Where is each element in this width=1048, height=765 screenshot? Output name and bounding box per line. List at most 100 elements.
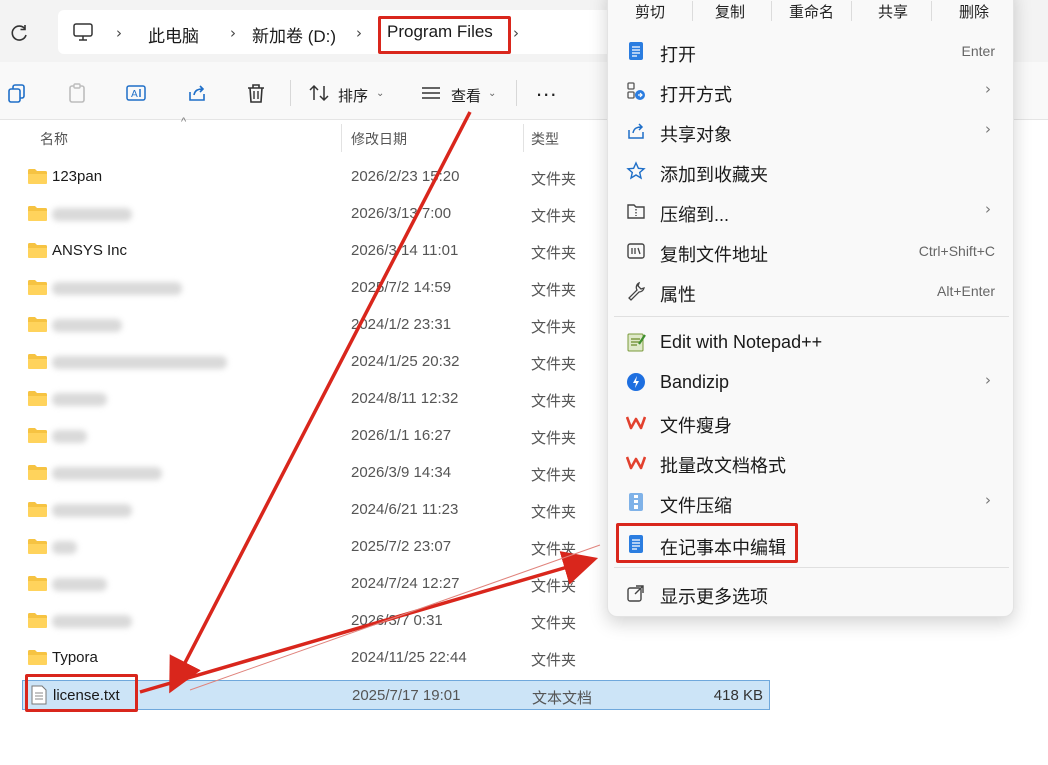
- toolbar-divider: [516, 80, 517, 106]
- redacted-file-name: [52, 319, 122, 332]
- redacted-file-name: [52, 430, 87, 443]
- chevron-down-icon[interactable]: ⌄: [376, 88, 384, 99]
- file-row[interactable]: 2025/7/2 23:07 文件夹: [22, 530, 622, 564]
- breadcrumb: › 此电脑 › 新加卷 (D:) › Program Files ›: [58, 10, 618, 54]
- menu-item-bandizip[interactable]: Bandizip ›: [614, 363, 1009, 401]
- file-row[interactable]: 2024/8/11 12:32 文件夹: [22, 382, 622, 416]
- chevron-right-icon[interactable]: ›: [230, 24, 236, 42]
- file-date: 2025/7/2 23:07: [351, 538, 452, 555]
- menu-item-shortcut: Alt+Enter: [937, 283, 995, 299]
- chevron-down-icon[interactable]: ⌄: [488, 88, 496, 99]
- menu-item-batch-convert[interactable]: 批量改文档格式: [614, 443, 1009, 481]
- redacted-file-name: [52, 467, 162, 480]
- file-type: 文件夹: [531, 245, 577, 262]
- file-row[interactable]: 2024/1/2 23:31 文件夹: [22, 308, 622, 342]
- copy-icon[interactable]: [6, 82, 28, 104]
- zip-folder-icon: [627, 204, 645, 219]
- file-name: 123pan: [52, 168, 103, 185]
- menu-item-file-compress[interactable]: 文件压缩 ›: [614, 483, 1009, 521]
- refresh-icon[interactable]: [8, 22, 30, 44]
- wrench-icon: [628, 281, 645, 301]
- toolbar-divider: [290, 80, 291, 106]
- file-row[interactable]: 2024/1/25 20:32 文件夹: [22, 345, 622, 379]
- file-row-license[interactable]: license.txt 2025/7/17 19:01 文本文档 418 KB: [22, 680, 770, 710]
- file-date: 2025/7/2 14:59: [351, 279, 452, 296]
- menu-item-label: 添加到收藏夹: [660, 165, 768, 185]
- compress-icon: [629, 493, 643, 511]
- view-icon[interactable]: [420, 82, 442, 104]
- column-header-type[interactable]: 类型: [531, 129, 559, 149]
- file-row[interactable]: 2026/3/13 7:00 文件夹: [22, 197, 622, 231]
- folder-icon: [28, 650, 47, 665]
- menu-item-show-more-options[interactable]: 显示更多选项: [614, 574, 1009, 612]
- menu-item-edit-in-notepad[interactable]: 在记事本中编辑: [614, 525, 1009, 563]
- sort-button[interactable]: 排序: [338, 85, 368, 106]
- file-row[interactable]: 2026/3/9 14:34 文件夹: [22, 456, 622, 490]
- file-row[interactable]: 2026/3/7 0:31 文件夹: [22, 604, 622, 638]
- file-type: 文本文档: [532, 690, 593, 707]
- menu-item-copy-path[interactable]: 复制文件地址 Ctrl+Shift+C: [614, 232, 1009, 270]
- file-row[interactable]: 2024/7/24 12:27 文件夹: [22, 567, 622, 601]
- menu-item-label: 压缩到...: [660, 205, 730, 225]
- file-date: 2026/3/9 14:34: [351, 464, 452, 481]
- redacted-file-name: [52, 356, 227, 369]
- menu-item-open[interactable]: 打开 Enter: [614, 32, 1009, 70]
- sort-icon[interactable]: [308, 82, 330, 104]
- menu-divider: [614, 567, 1009, 568]
- file-type: 文件夹: [531, 578, 577, 595]
- menu-item-label: 文件瘦身: [660, 416, 732, 436]
- file-row[interactable]: 2026/1/1 16:27 文件夹: [22, 419, 622, 453]
- copy-button[interactable]: 复制: [715, 1, 745, 22]
- file-type: 文件夹: [531, 319, 577, 336]
- file-type: 文件夹: [531, 282, 577, 299]
- paste-icon[interactable]: [66, 82, 88, 104]
- chevron-right-icon[interactable]: ›: [116, 24, 122, 42]
- computer-icon[interactable]: [72, 22, 94, 42]
- file-name: ANSYS Inc: [52, 242, 128, 259]
- file-row[interactable]: Typora 2024/11/25 22:44 文件夹: [22, 641, 622, 675]
- chevron-right-icon[interactable]: ›: [356, 24, 362, 42]
- bandizip-icon: [627, 373, 645, 391]
- breadcrumb-item-drive-d[interactable]: 新加卷 (D:): [252, 22, 336, 47]
- menu-item-compress-to[interactable]: 压缩到... ›: [614, 192, 1009, 230]
- folder-icon: [28, 354, 47, 369]
- folder-icon: [28, 502, 47, 517]
- file-date: 2026/3/14 11:01: [351, 242, 459, 259]
- column-header-date[interactable]: 修改日期: [351, 129, 407, 149]
- menu-item-label: 打开方式: [660, 85, 732, 105]
- file-row[interactable]: 2024/6/21 11:23 文件夹: [22, 493, 622, 527]
- folder-icon: [28, 465, 47, 480]
- menu-item-label: Bandizip: [660, 372, 730, 392]
- view-button[interactable]: 查看: [451, 85, 481, 106]
- rename-button[interactable]: 重命名: [789, 1, 834, 22]
- file-row[interactable]: 2025/7/2 14:59 文件夹: [22, 271, 622, 305]
- share-button[interactable]: 共享: [878, 1, 908, 22]
- menu-item-notepadpp[interactable]: Edit with Notepad++: [614, 323, 1009, 361]
- file-date: 2025/7/17 19:01: [352, 687, 461, 704]
- file-date: 2024/11/25 22:44: [351, 649, 467, 666]
- copy-path-icon: [627, 243, 645, 259]
- folder-icon: [28, 391, 47, 406]
- file-row[interactable]: ANSYS Inc 2026/3/14 11:01 文件夹: [22, 234, 622, 268]
- column-divider[interactable]: [341, 124, 342, 152]
- file-row[interactable]: 123pan 2026/2/23 15:20 文件夹: [22, 160, 622, 194]
- menu-item-open-with[interactable]: 打开方式 ›: [614, 72, 1009, 110]
- breadcrumb-item-program-files[interactable]: Program Files: [387, 22, 493, 42]
- star-icon: [626, 161, 646, 180]
- rename-icon[interactable]: A: [125, 82, 147, 104]
- share-icon[interactable]: [186, 82, 208, 104]
- column-divider[interactable]: [523, 124, 524, 152]
- breadcrumb-item-this-pc[interactable]: 此电脑: [148, 22, 199, 47]
- column-header-name[interactable]: 名称: [40, 129, 68, 149]
- menu-item-share-with[interactable]: 共享对象 ›: [614, 112, 1009, 150]
- menu-item-slim-file[interactable]: 文件瘦身: [614, 403, 1009, 441]
- more-options-button[interactable]: ...: [536, 76, 557, 102]
- menu-item-properties[interactable]: 属性 Alt+Enter: [614, 272, 1009, 310]
- menu-item-label: 打开: [660, 45, 696, 65]
- delete-icon[interactable]: [245, 82, 267, 104]
- cut-button[interactable]: 剪切: [635, 1, 665, 22]
- menu-item-add-favorites[interactable]: 添加到收藏夹: [614, 152, 1009, 190]
- delete-button[interactable]: 删除: [959, 1, 989, 22]
- chevron-right-icon: ›: [985, 491, 991, 509]
- chevron-right-icon[interactable]: ›: [513, 24, 519, 42]
